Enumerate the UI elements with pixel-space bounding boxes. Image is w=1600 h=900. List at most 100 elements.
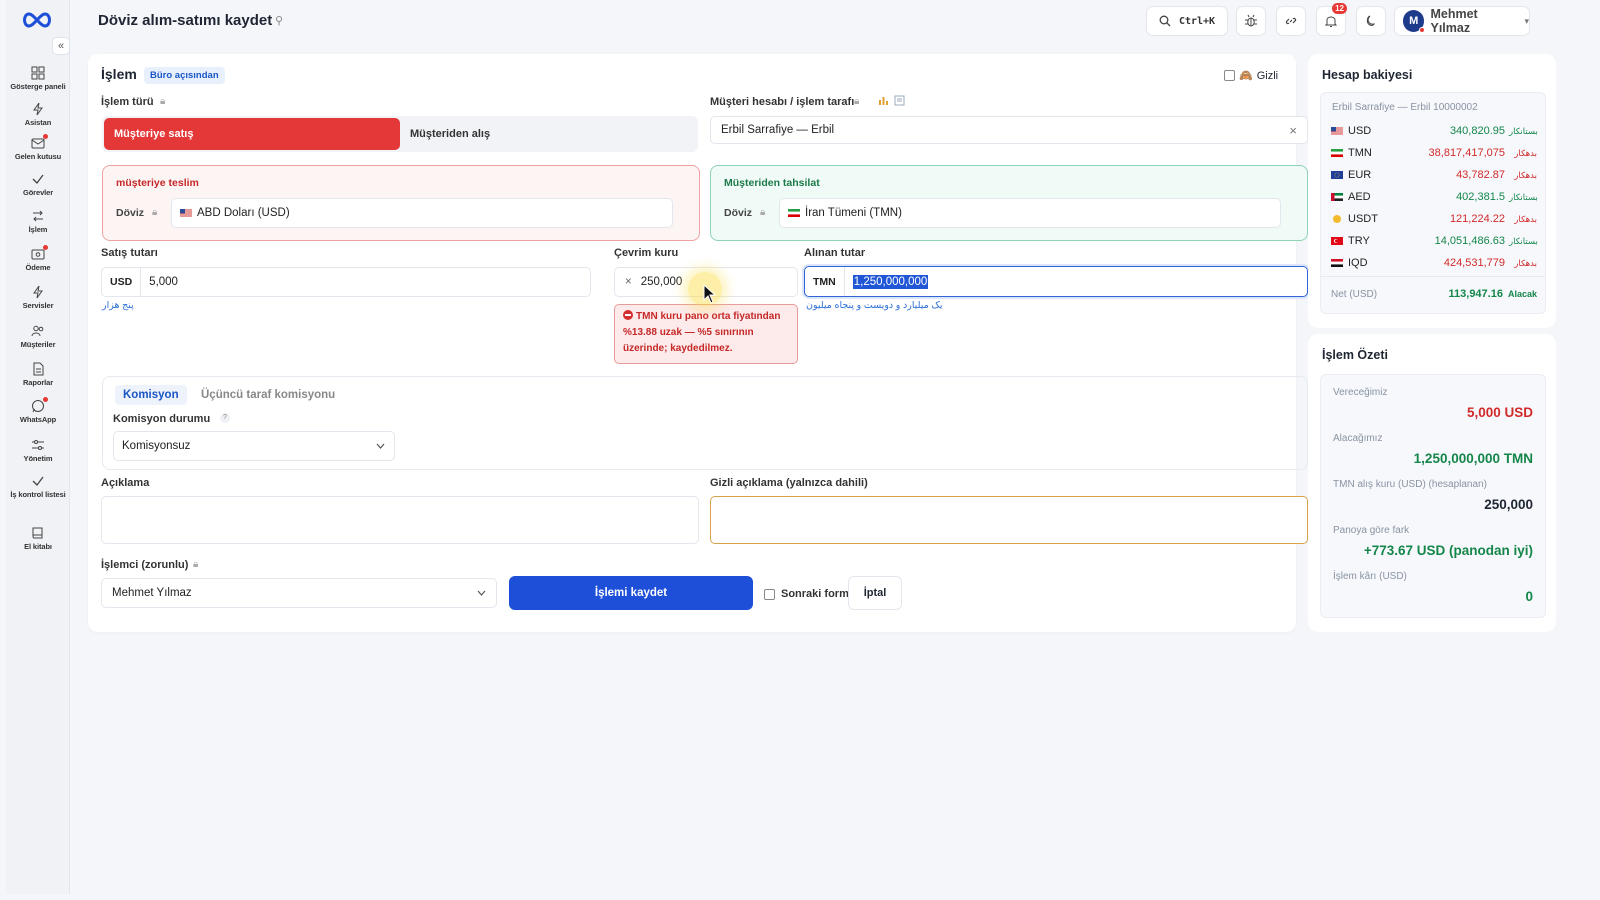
sidebar-item-management[interactable]: Yönetim [6, 438, 70, 463]
summary-value: 250,000 [1484, 497, 1533, 512]
search-button[interactable]: Ctrl+K [1146, 6, 1228, 36]
multiply-icon: × [625, 276, 632, 288]
sidebar-item-whatsapp[interactable]: WhatsApp [6, 397, 70, 424]
lock-icon: 🔒︎ [193, 559, 199, 570]
tab-third-party-commission[interactable]: Üçüncü taraf komisyonu [201, 389, 335, 401]
sell-to-customer-option[interactable]: Müşteriye satış [104, 118, 400, 150]
sidebar-item-label: Raporlar [22, 378, 54, 387]
sale-currency-prefix: USD [102, 268, 142, 296]
transaction-summary-card: İşlem Özeti Vereceğimiz 5,000 USD Alacağ… [1308, 334, 1556, 632]
balance-currency: USDT [1348, 213, 1378, 225]
balance-row-aed: AED 402,381.5 بستانکار [1331, 189, 1538, 205]
hidden-label: Gizli [1256, 69, 1279, 82]
sidebar-item-payment[interactable]: Ödeme [6, 245, 70, 272]
collect-currency-value: İran Tümeni (TMN) [805, 207, 902, 219]
status-dot [1419, 27, 1426, 33]
sidebar-item-reports[interactable]: Raporlar [6, 362, 70, 387]
sidebar-item-services[interactable]: Servisler [6, 285, 70, 310]
balance-amount: 340,820.95 [1449, 125, 1505, 137]
cancel-button[interactable]: İptal [848, 576, 902, 610]
buy-from-customer-option[interactable]: Müşteriden alış [410, 118, 490, 150]
chart-icon[interactable] [878, 95, 889, 109]
received-amount-words: یک میلیارد و دویست و پنجاه میلیون [806, 300, 943, 311]
commission-status-select[interactable]: Komisyonsuz [113, 431, 395, 461]
unread-dot [43, 397, 48, 402]
sidebar-item-checklist[interactable]: İş kontrol listesi [6, 474, 70, 499]
document-icon[interactable] [894, 95, 905, 109]
operator-select[interactable]: Mehmet Yılmaz [101, 578, 497, 608]
collect-currency-select[interactable]: İran Tümeni (TMN) [779, 198, 1281, 228]
operator-label: İşlemci (zorunlu) [101, 559, 189, 571]
link-icon [1285, 17, 1297, 25]
summary-label: TMN alış kuru (USD) (hesaplanan) [1333, 479, 1487, 490]
lock-icon: 🔒︎ [760, 207, 766, 218]
hidden-description-textarea[interactable] [710, 496, 1308, 544]
summary-list: Vereceğimiz 5,000 USD Alacağımız 1,250,0… [1320, 374, 1546, 618]
sidebar-item-dashboard[interactable]: Gösterge paneli [6, 66, 70, 91]
next-form-toggle[interactable]: Sonraki form [764, 588, 849, 600]
sidebar-item-handbook[interactable]: El kitabı [6, 526, 70, 551]
hidden-description-label: Gizli açıklama (yalnızca dahili) [710, 477, 868, 489]
lock-icon: 🔒︎ [160, 96, 166, 107]
balance-direction-tag: بدهکار [1514, 169, 1537, 180]
sidebar-item-customers[interactable]: Müşteriler [6, 324, 70, 349]
collect-from-customer-box: Müşteriden tahsilat Döviz 🔒︎ İran Tümeni… [710, 165, 1308, 241]
rate-error-message: TMN kuru pano orta fiyatından %13.88 uza… [614, 304, 798, 364]
balance-currency: IQD [1348, 257, 1368, 269]
summary-value: 5,000 USD [1466, 405, 1533, 420]
sidebar-item-label: Ödeme [25, 263, 51, 272]
sidebar-item-inbox[interactable]: Gelen kutusu [6, 134, 70, 161]
sidebar-item-tasks[interactable]: Görevler [6, 172, 70, 197]
rate-label: Çevrim kuru [614, 247, 679, 259]
received-amount-value: 1,250,000,000 [852, 274, 929, 289]
info-icon[interactable]: ? [220, 413, 230, 423]
sidebar-item-label: Gelen kutusu [14, 152, 62, 161]
sidebar: « Gösterge paneli Asistan Gelen kutusu G… [6, 0, 70, 894]
hidden-toggle[interactable]: 🙈 Gizli [1224, 69, 1278, 82]
tab-commission[interactable]: Komisyon [115, 385, 187, 405]
next-form-checkbox[interactable] [764, 588, 775, 600]
clear-icon[interactable]: × [1289, 123, 1297, 138]
app-logo[interactable] [20, 10, 54, 30]
sale-amount-field[interactable]: USD 5,000 [101, 267, 591, 297]
sale-amount-words: پنج هزار [102, 300, 134, 311]
sidebar-collapse-button[interactable]: « [52, 37, 70, 55]
balance-amount: 424,531,779 [1443, 257, 1505, 269]
iran-flag-icon [788, 209, 800, 217]
deliver-currency-select[interactable]: ABD Doları (USD) [171, 198, 673, 228]
received-amount-label: Alınan tutar [804, 247, 866, 259]
lock-icon: 🔒︎ [854, 96, 860, 107]
pin-icon[interactable]: ⚲ [275, 14, 283, 27]
page-title: Döviz alım-satımı kaydet [98, 12, 273, 29]
balance-currency: TMN [1348, 147, 1372, 159]
usdt-flag-icon [1333, 215, 1341, 223]
description-textarea[interactable] [101, 496, 699, 544]
report-icon [31, 362, 45, 376]
balance-row-usd: USD 340,820.95 بستانکار [1331, 123, 1538, 139]
sidebar-item-label: WhatsApp [19, 415, 57, 424]
sidebar-item-label: El kitabı [24, 542, 52, 551]
form-title: İşlem [101, 66, 137, 82]
sidebar-item-transaction[interactable]: İşlem [6, 209, 70, 234]
save-transaction-button[interactable]: İşlemi kaydet [509, 576, 753, 610]
transaction-type-toggle: Müşteriye satış Müşteriden alış [102, 116, 698, 152]
try-flag-icon [1331, 237, 1343, 245]
account-select[interactable]: Erbil Sarrafiye — Erbil × [710, 116, 1308, 144]
account-label: Müşteri hesabı / işlem tarafı [710, 96, 855, 108]
sidebar-item-label: İş kontrol listesi [10, 490, 66, 499]
received-amount-field[interactable]: TMN 1,250,000,000 [804, 266, 1308, 297]
sidebar-item-assistant[interactable]: Asistan [6, 102, 70, 127]
user-menu-button[interactable]: M Mehmet Yılmaz ▾ [1394, 6, 1530, 36]
sliders-icon [31, 438, 45, 452]
sidebar-item-label: Yönetim [23, 454, 53, 463]
summary-value: +773.67 USD (panodan iyi) [1363, 543, 1533, 558]
bug-button[interactable] [1236, 6, 1266, 36]
hidden-checkbox[interactable] [1224, 70, 1235, 81]
link-button[interactable] [1276, 6, 1306, 36]
no-entry-icon [623, 310, 633, 320]
balance-row-try: TRY 14,051,486.63 بستانکار [1331, 233, 1538, 249]
notifications-button[interactable]: 12 [1316, 3, 1347, 36]
inbox-icon [31, 134, 48, 150]
theme-toggle-button[interactable] [1356, 6, 1386, 36]
sale-amount-value: 5,000 [149, 276, 178, 288]
